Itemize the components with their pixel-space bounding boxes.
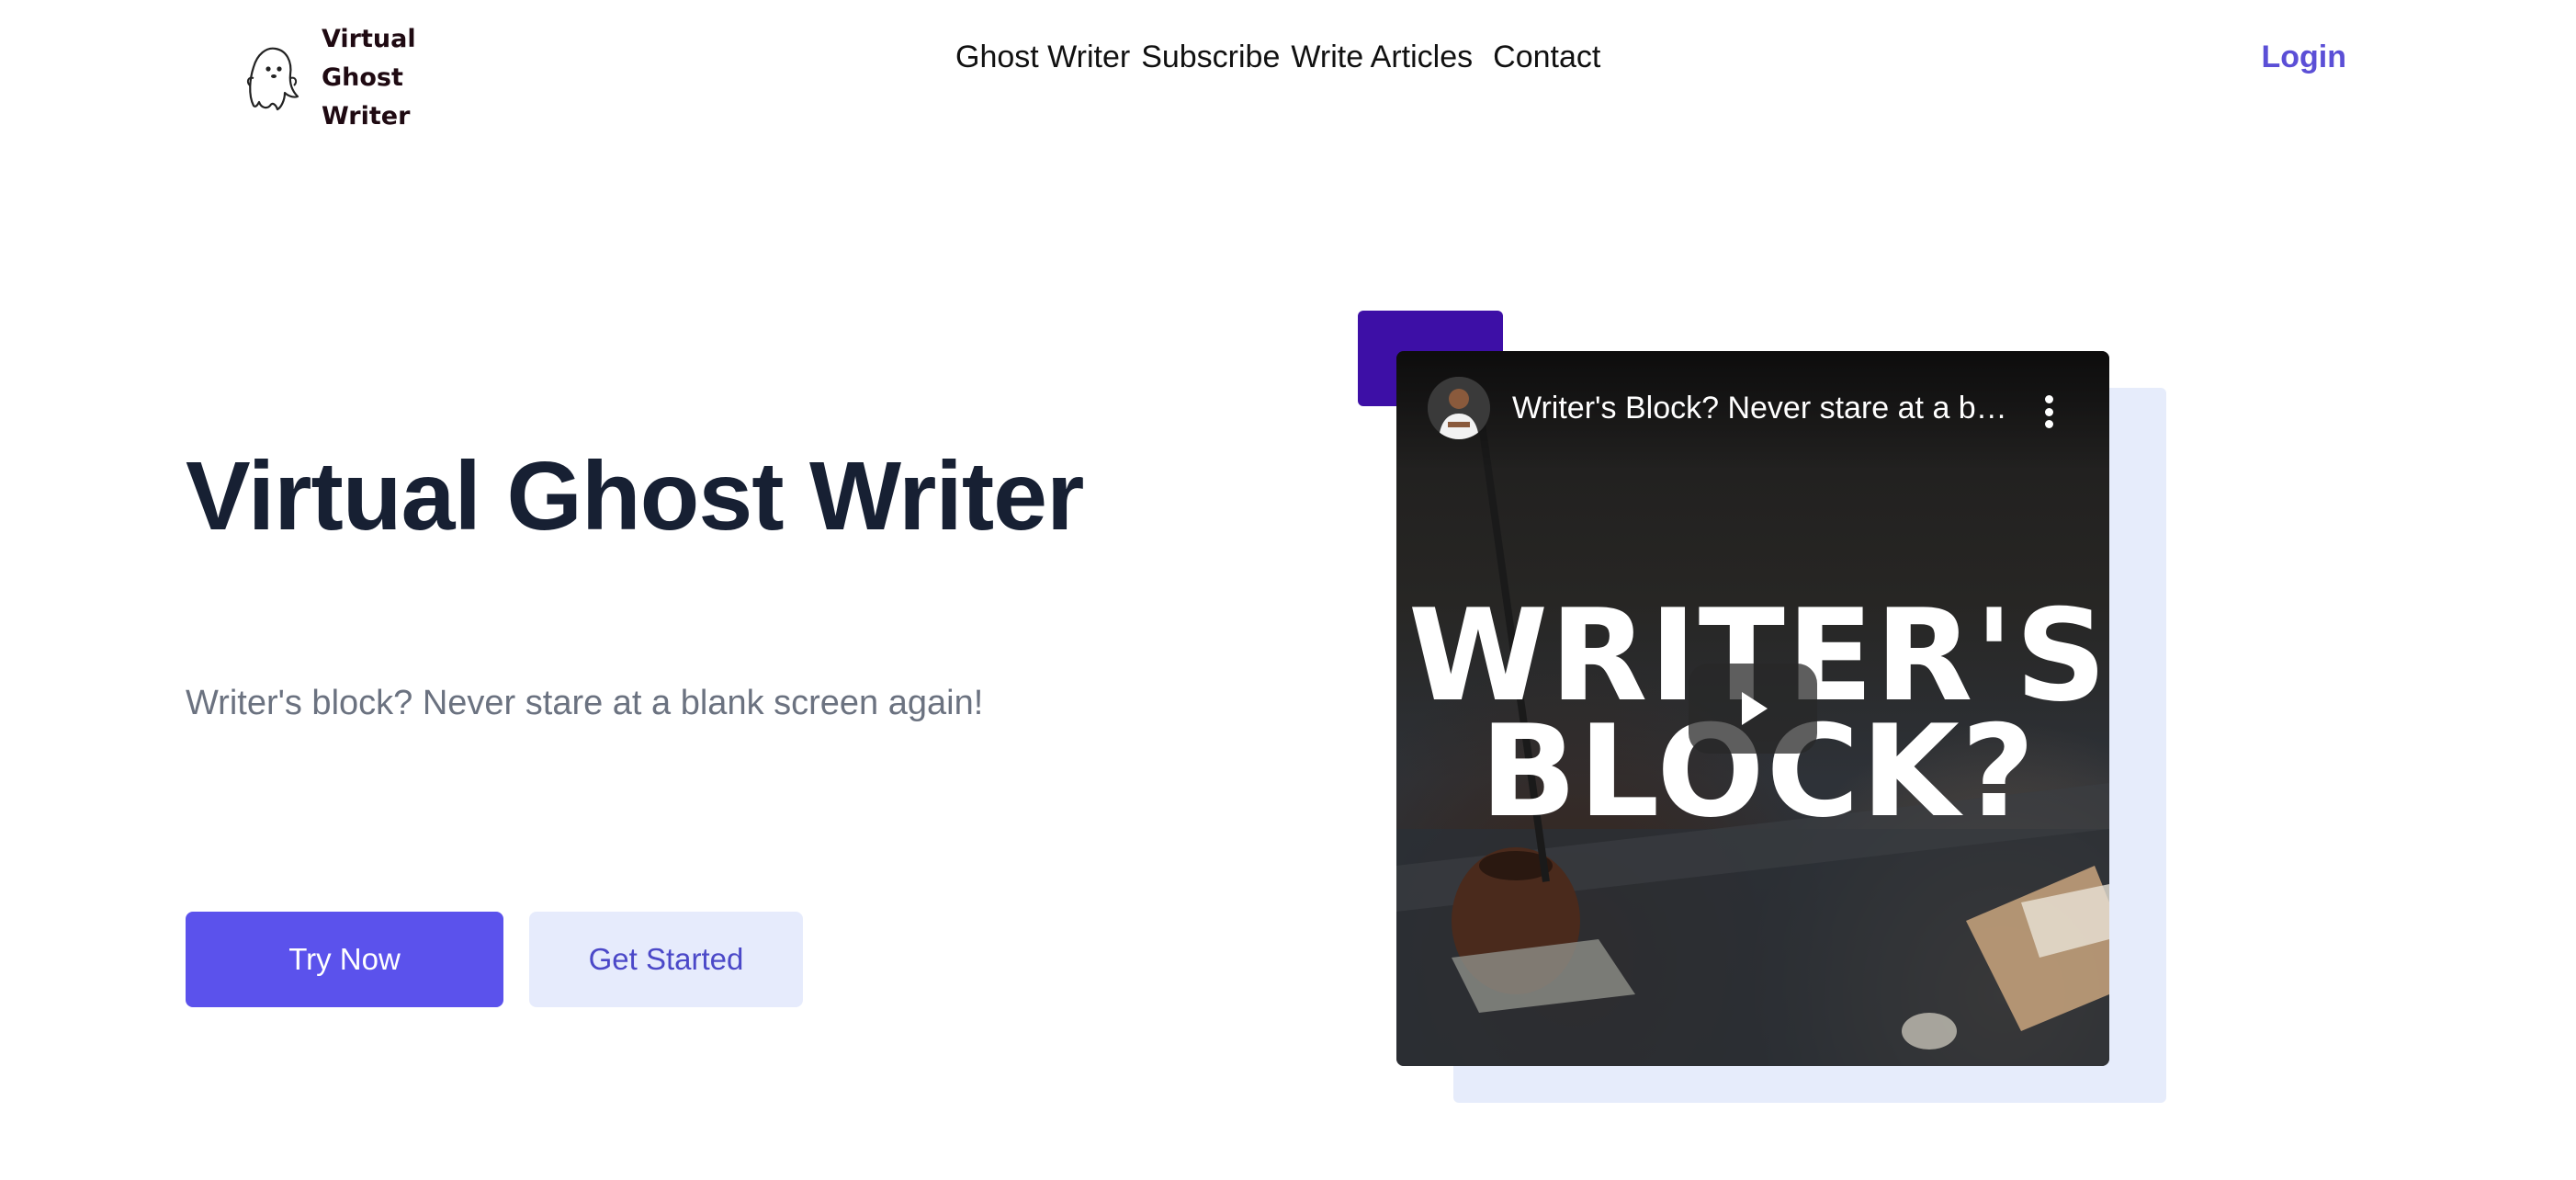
page: Virtual Ghost Writer Ghost Writer Subscr… <box>0 0 2576 1180</box>
more-vertical-icon[interactable] <box>2043 395 2054 428</box>
play-icon <box>1742 692 1768 725</box>
nav-item-ghost-writer[interactable]: Ghost Writer <box>955 37 1130 77</box>
login-link[interactable]: Login <box>2261 37 2346 77</box>
ghost-icon <box>246 47 299 111</box>
nav-item-subscribe[interactable]: Subscribe <box>1141 37 1280 77</box>
main-nav: Ghost Writer Subscribe Write Articles Co… <box>955 37 1600 77</box>
nav-item-write-articles[interactable]: Write Articles <box>1291 37 1473 77</box>
brand-logo[interactable]: Virtual Ghost Writer <box>241 20 496 136</box>
brand-name: Virtual Ghost Writer <box>322 25 416 130</box>
nav-item-contact[interactable]: Contact <box>1493 37 1600 77</box>
try-now-button[interactable]: Try Now <box>186 912 503 1007</box>
video-title[interactable]: Writer's Block? Never stare at a blank s… <box>1512 388 2008 428</box>
hero-title: Virtual Ghost Writer <box>186 442 1084 550</box>
hero-subtitle: Writer's block? Never stare at a blank s… <box>186 684 984 722</box>
get-started-button[interactable]: Get Started <box>529 912 803 1007</box>
channel-avatar[interactable] <box>1428 377 1490 439</box>
video-embed[interactable]: Writer's Block? Never stare at a blank s… <box>1396 351 2109 1066</box>
play-button[interactable] <box>1689 664 1817 754</box>
